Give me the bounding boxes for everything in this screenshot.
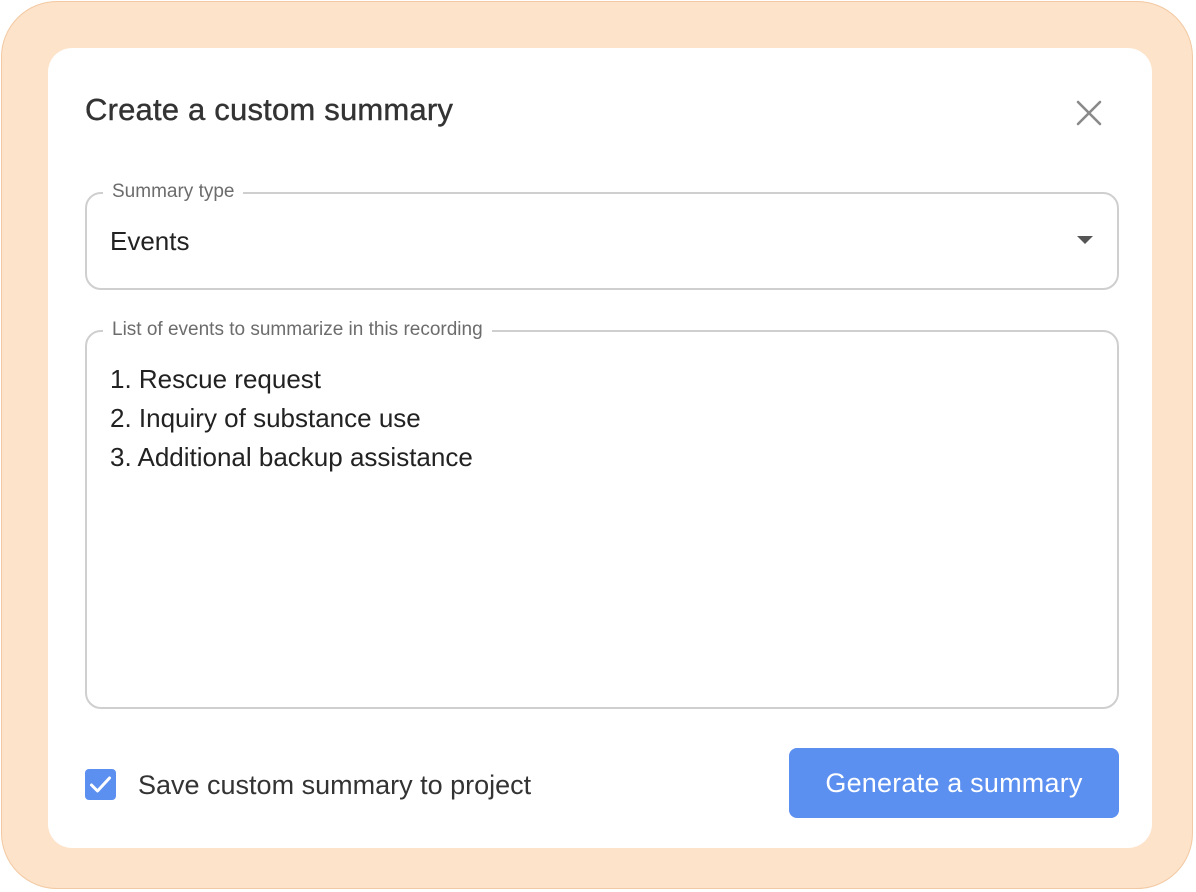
list-item: 3. Additional backup assistance: [110, 442, 473, 472]
custom-summary-dialog: Create a custom summary Summary type Eve…: [48, 48, 1152, 848]
checkmark-icon: [90, 776, 111, 793]
dialog-title: Create a custom summary: [85, 92, 454, 127]
list-item: 2. Inquiry of substance use: [110, 403, 421, 433]
backdrop: Create a custom summary Summary type Eve…: [1, 1, 1193, 889]
chevron-down-icon[interactable]: [1077, 236, 1093, 244]
events-list: 1. Rescue request 2. Inquiry of substanc…: [110, 360, 473, 477]
generate-summary-button[interactable]: Generate a summary: [789, 748, 1119, 818]
events-textarea[interactable]: List of events to summarize in this reco…: [85, 316, 1119, 709]
close-icon: [1076, 100, 1102, 126]
events-label: List of events to summarize in this reco…: [103, 316, 492, 344]
list-item: 1. Rescue request: [110, 364, 322, 394]
save-to-project-checkbox[interactable]: [85, 769, 116, 800]
summary-type-select[interactable]: Summary type Events: [85, 178, 1119, 290]
save-to-project-label: Save custom summary to project: [138, 770, 532, 800]
summary-type-label: Summary type: [103, 178, 244, 206]
close-button[interactable]: [1072, 96, 1106, 130]
summary-type-value: Events: [110, 226, 190, 256]
